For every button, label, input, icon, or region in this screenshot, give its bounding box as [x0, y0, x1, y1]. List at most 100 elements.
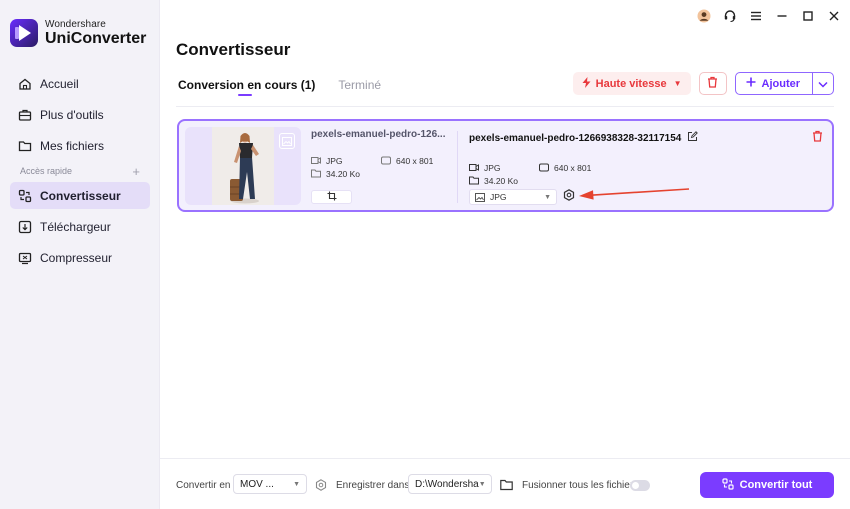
file-thumbnail[interactable] [185, 127, 301, 205]
brand-product: UniConverter [45, 29, 147, 47]
folder-icon[interactable] [500, 478, 513, 491]
convert-all-label: Convertir tout [739, 479, 813, 491]
merge-files-label: Fusionner tous les fichiers [522, 480, 639, 491]
crop-icon [327, 188, 337, 206]
folder-icon [18, 139, 32, 153]
video-icon [469, 163, 480, 172]
main-panel: Convertisseur Conversion en cours (1) Te… [160, 0, 850, 509]
caret-down-icon: ▼ [673, 79, 682, 88]
output-resolution: 640 x 801 [554, 162, 592, 173]
sidebar-nav: Accueil Plus d'outils Mes fichiers Accès… [10, 70, 150, 275]
convert-to-label: Convertir en [176, 480, 231, 491]
source-info: pexels-emanuel-pedro-126... JPG 34.20 Ko [311, 129, 456, 180]
sidebar: Wondershare UniConverter Accueil Plus d'… [0, 0, 160, 509]
high-speed-button[interactable]: Haute vitesse ▼ [572, 72, 691, 95]
sidebar-item-label: Mes fichiers [40, 138, 105, 153]
save-in-select[interactable]: D:\Wondersha ▼ [408, 474, 492, 494]
resolution-icon [539, 163, 550, 172]
add-button-group: Ajouter [734, 72, 834, 95]
remove-file-button[interactable] [812, 129, 824, 142]
bottom-bar: Convertir en MOV ... ▼ Enregistrer dans … [160, 458, 850, 509]
home-icon [18, 77, 32, 91]
trash-icon [707, 75, 718, 93]
crop-button[interactable] [311, 190, 352, 204]
source-resolution: 640 x 801 [396, 155, 434, 166]
source-size: 34.20 Ko [326, 168, 361, 179]
source-resolution-row: 640 x 801 [381, 154, 433, 167]
quick-access-label: Accès rapide [20, 166, 73, 176]
output-format: JPG [484, 162, 501, 173]
sidebar-item-plus-outils[interactable]: Plus d'outils [10, 101, 150, 128]
card-divider [457, 131, 458, 203]
output-format-row: JPG [469, 161, 539, 174]
tab-conversion-en-cours[interactable]: Conversion en cours (1) [178, 78, 315, 98]
output-file-name: pexels-emanuel-pedro-1266938328-32117154 [469, 132, 682, 144]
output-settings-button[interactable] [563, 188, 575, 206]
source-size-row: 34.20 Ko [311, 167, 381, 180]
trash-icon [812, 129, 823, 146]
convert-to-value: MOV ... [240, 478, 274, 490]
image-type-icon [279, 133, 295, 149]
plus-icon[interactable]: + [132, 164, 140, 179]
annotation-arrow [579, 188, 690, 200]
folder-icon [469, 176, 480, 185]
resolution-icon [381, 156, 392, 165]
lightning-icon [582, 76, 591, 91]
output-format-value: JPG [490, 192, 507, 202]
toolbox-icon [18, 108, 32, 122]
download-icon [18, 220, 32, 234]
edit-icon[interactable] [687, 129, 699, 147]
caret-down-icon: ▼ [478, 480, 486, 488]
converter-icon [18, 189, 32, 203]
save-in-label: Enregistrer dans [336, 480, 410, 491]
delete-all-button[interactable] [698, 72, 727, 95]
video-icon [311, 156, 322, 165]
high-speed-label: Haute vitesse [595, 77, 667, 90]
page-title: Convertisseur [176, 40, 291, 59]
caret-down-icon: ▼ [293, 480, 300, 488]
compress-icon [18, 251, 32, 265]
source-format-row: JPG [311, 154, 381, 167]
gear-icon[interactable] [315, 478, 327, 491]
output-info: pexels-emanuel-pedro-1266938328-32117154… [469, 129, 809, 187]
brand-company: Wondershare [45, 18, 106, 30]
merge-files-toggle[interactable] [630, 480, 650, 491]
uniconverter-logo-icon [10, 19, 38, 47]
image-icon [475, 192, 486, 202]
convert-to-select[interactable]: MOV ... ▼ [233, 474, 307, 494]
tab-termine[interactable]: Terminé [338, 78, 381, 98]
sidebar-item-compresseur[interactable]: Compresseur [10, 244, 150, 271]
caret-down-icon: ▼ [544, 193, 551, 201]
chevron-down-icon [818, 75, 828, 93]
output-resolution-row: 640 x 801 [539, 161, 591, 174]
convert-all-button[interactable]: Convertir tout [700, 472, 834, 498]
file-card[interactable]: pexels-emanuel-pedro-126... JPG 34.20 Ko [177, 119, 834, 212]
sidebar-item-telechargeur[interactable]: Téléchargeur [10, 213, 150, 240]
source-file-name: pexels-emanuel-pedro-126... [311, 129, 446, 140]
output-size-row: 34.20 Ko [469, 174, 539, 187]
add-files-button[interactable]: Ajouter [736, 73, 813, 94]
sidebar-item-label: Accueil [40, 76, 79, 91]
sidebar-item-label: Plus d'outils [40, 107, 104, 122]
tab-divider [176, 106, 834, 107]
output-format-select[interactable]: JPG ▼ [469, 189, 557, 205]
sidebar-item-label: Compresseur [40, 250, 113, 265]
tabs: Conversion en cours (1) Terminé [178, 78, 381, 98]
save-in-value: D:\Wondersha [415, 478, 479, 490]
sidebar-item-accueil[interactable]: Accueil [10, 70, 150, 97]
toolbar: Haute vitesse ▼ Ajouter [572, 72, 834, 95]
converter-icon [722, 477, 734, 493]
add-dropdown-button[interactable] [812, 73, 833, 94]
sidebar-item-label: Convertisseur [40, 188, 121, 203]
sidebar-item-convertisseur[interactable]: Convertisseur [10, 182, 150, 209]
gear-icon [563, 188, 575, 206]
plus-icon [746, 77, 756, 90]
add-label: Ajouter [761, 77, 801, 90]
sidebar-item-label: Téléchargeur [40, 219, 111, 234]
sidebar-item-mes-fichiers[interactable]: Mes fichiers [10, 132, 150, 159]
folder-icon [311, 169, 322, 178]
output-size: 34.20 Ko [484, 175, 519, 186]
quick-access-section: Accès rapide + [10, 163, 150, 179]
source-format: JPG [326, 155, 343, 166]
thumbnail-photo [212, 127, 274, 205]
